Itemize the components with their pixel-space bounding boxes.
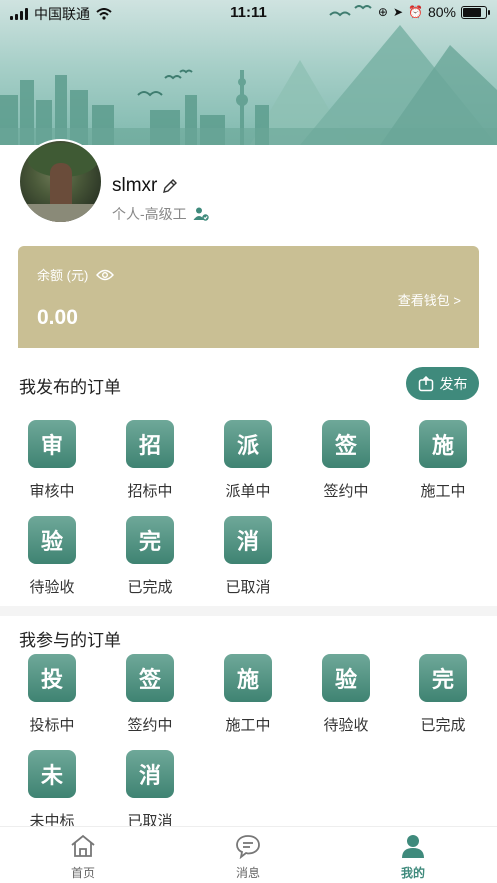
order-status-participated-2[interactable]: 施施工中: [208, 654, 288, 735]
profile-icon: [402, 835, 424, 858]
location-icon: ➤: [392, 5, 404, 19]
publish-icon: [418, 375, 433, 391]
order-status-published-4[interactable]: 施施工中: [403, 420, 483, 501]
status-badge-icon: 未: [28, 750, 76, 798]
alarm-icon: ⏰: [408, 5, 423, 19]
verified-user-icon: [193, 207, 209, 221]
view-wallet-link[interactable]: 查看钱包 >: [398, 290, 461, 309]
status-label: 待验收: [29, 579, 75, 596]
status-badge-icon: 验: [28, 516, 76, 564]
home-icon: [71, 834, 95, 857]
section-divider: [0, 606, 497, 616]
username-row[interactable]: slmxr: [112, 175, 179, 197]
orientation-lock-icon: ⊕: [377, 5, 388, 19]
status-badge-icon: 验: [322, 654, 370, 702]
status-label: 已完成: [420, 717, 466, 734]
status-bar: 中国联通 11:11 ⊕ ➤ ⏰ 80%: [0, 0, 497, 26]
order-status-published-0[interactable]: 审审核中: [12, 420, 92, 501]
tab-messages[interactable]: 消息: [208, 833, 288, 881]
participated-orders-title: 我参与的订单: [19, 631, 121, 650]
edit-icon[interactable]: [161, 177, 179, 195]
order-status-participated-5[interactable]: 未未中标: [12, 750, 92, 831]
status-label: 投标中: [29, 717, 75, 734]
bottom-tab-bar: 首页 消息 我的: [0, 826, 497, 883]
status-label: 派单中: [225, 483, 271, 500]
tab-messages-label: 消息: [235, 866, 260, 880]
balance-card: 余额 (元) 0.00 查看钱包 >: [18, 246, 479, 348]
eye-icon[interactable]: [96, 269, 115, 281]
order-status-published-3[interactable]: 签签约中: [306, 420, 386, 501]
status-badge-icon: 派: [224, 420, 272, 468]
message-icon: [236, 835, 260, 860]
order-status-published-7[interactable]: 消已取消: [208, 516, 288, 597]
order-status-participated-3[interactable]: 验待验收: [306, 654, 386, 735]
status-badge-icon: 投: [28, 654, 76, 702]
status-label: 招标中: [127, 483, 173, 500]
status-badge-icon: 施: [224, 654, 272, 702]
order-status-participated-4[interactable]: 完已完成: [403, 654, 483, 735]
avatar[interactable]: [18, 139, 103, 224]
status-badge-icon: 施: [419, 420, 467, 468]
order-status-published-5[interactable]: 验待验收: [12, 516, 92, 597]
status-badge-icon: 签: [126, 654, 174, 702]
order-status-published-2[interactable]: 派派单中: [208, 420, 288, 501]
status-badge-icon: 完: [419, 654, 467, 702]
order-status-participated-6[interactable]: 消已取消: [110, 750, 190, 831]
tab-mine[interactable]: 我的: [373, 833, 453, 881]
role-label: 个人-高级工: [112, 206, 187, 222]
order-status-participated-0[interactable]: 投投标中: [12, 654, 92, 735]
published-orders-title: 我发布的订单: [19, 378, 121, 397]
tab-home[interactable]: 首页: [43, 833, 123, 881]
status-badge-icon: 完: [126, 516, 174, 564]
order-status-participated-1[interactable]: 签签约中: [110, 654, 190, 735]
status-label: 施工中: [225, 717, 271, 734]
battery-percent: 80%: [427, 4, 456, 20]
status-label: 已取消: [225, 579, 271, 596]
status-label: 签约中: [323, 483, 369, 500]
status-badge-icon: 消: [224, 516, 272, 564]
status-badge-icon: 招: [126, 420, 174, 468]
publish-button[interactable]: 发布: [406, 367, 479, 400]
tab-mine-label: 我的: [400, 866, 425, 880]
status-badge-icon: 消: [126, 750, 174, 798]
order-status-published-1[interactable]: 招招标中: [110, 420, 190, 501]
status-label: 已完成: [127, 579, 173, 596]
battery-icon: [461, 5, 490, 19]
status-badge-icon: 签: [322, 420, 370, 468]
status-badge-icon: 审: [28, 420, 76, 468]
status-label: 审核中: [29, 483, 75, 500]
order-status-published-6[interactable]: 完已完成: [110, 516, 190, 597]
tab-home-label: 首页: [70, 866, 95, 880]
publish-button-label: 发布: [439, 375, 468, 392]
status-label: 施工中: [420, 483, 466, 500]
username: slmxr: [112, 175, 158, 196]
balance-value: 0.00: [37, 306, 78, 329]
balance-label: 余额 (元): [37, 268, 89, 283]
status-label: 签约中: [127, 717, 173, 734]
status-label: 待验收: [323, 717, 369, 734]
role-row: 个人-高级工: [112, 204, 209, 224]
balance-label-row: 余额 (元): [37, 265, 115, 284]
